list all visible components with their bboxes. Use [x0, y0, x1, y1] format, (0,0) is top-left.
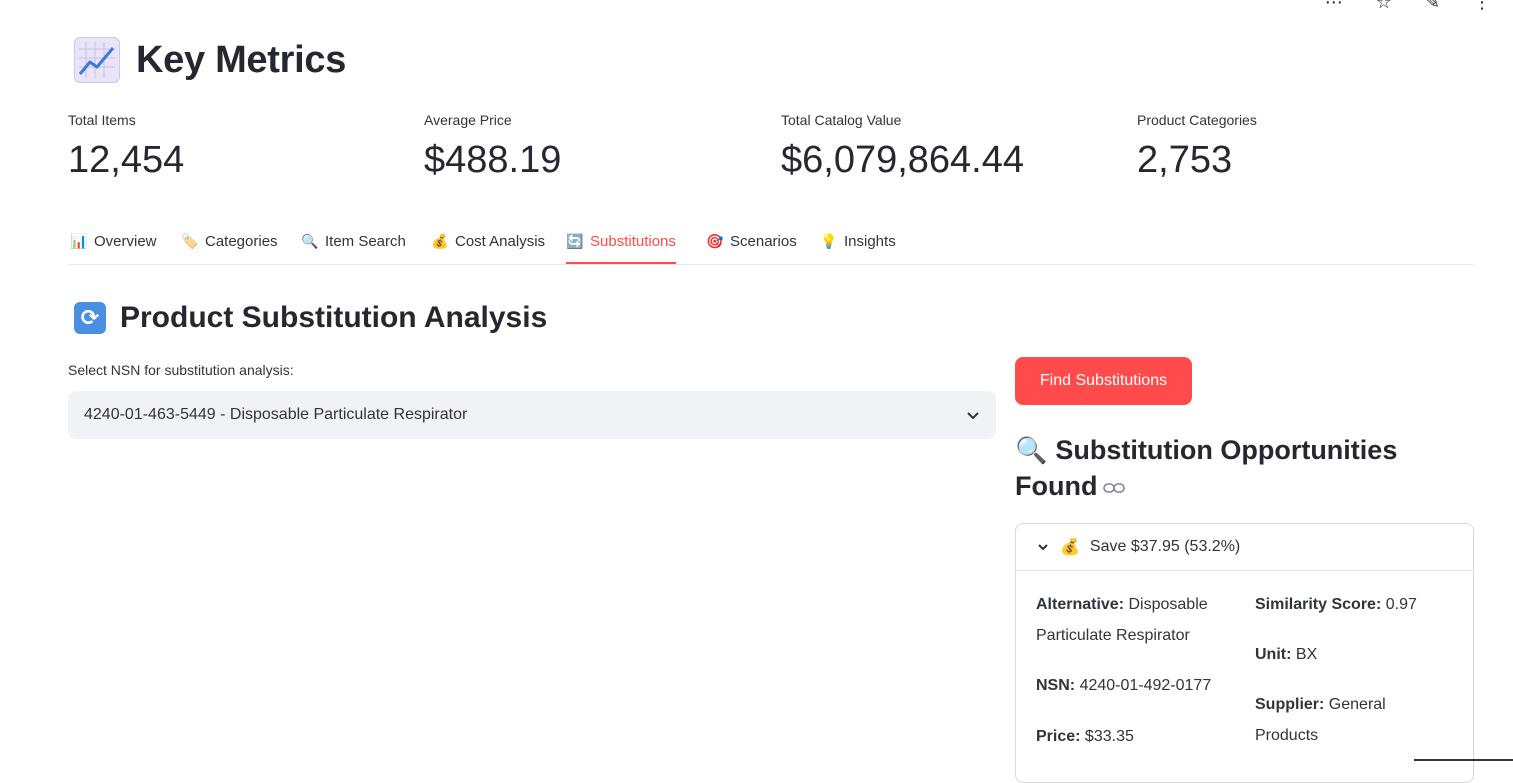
tab-insights[interactable]: 💡 Insights: [820, 220, 896, 262]
nsn-select-value: 4240-01-463-5449 - Disposable Particulat…: [84, 406, 468, 423]
tab-cost-analysis[interactable]: 💰 Cost Analysis: [431, 220, 545, 262]
page-title-text: Key Metrics: [136, 38, 347, 81]
refresh-icon: 🔄: [566, 232, 584, 249]
link-icon[interactable]: [1103, 481, 1126, 495]
label-tag-icon: 🏷️: [181, 232, 199, 249]
tab-label: Scenarios: [730, 232, 797, 250]
field-label: Price:: [1036, 728, 1081, 745]
substitution-expander: 💰 Save $37.95 (53.2%) Alternative: Dispo…: [1015, 523, 1474, 783]
chevron-down-icon: [967, 412, 979, 420]
metric-total-catalog-value: Total Catalog Value $6,079,864.44: [781, 110, 1024, 182]
metric-label: Total Items: [68, 112, 136, 128]
field-label: Similarity Score:: [1255, 596, 1382, 613]
tab-label: Cost Analysis: [455, 232, 546, 250]
tab-categories[interactable]: 🏷️ Categories: [181, 220, 278, 262]
tab-label: Substitutions: [590, 232, 676, 250]
light-bulb-icon: 💡: [820, 232, 838, 249]
tab-substitutions[interactable]: 🔄 Substitutions: [566, 220, 676, 264]
toolbar-icons[interactable]: ⋯ ☆ ✎ ⋮: [1325, 0, 1505, 13]
tab-label: Categories: [205, 232, 278, 250]
metric-average-price: Average Price $488.19: [424, 110, 561, 182]
opportunities-title: 🔍 Substitution Opportunities Found: [1015, 432, 1445, 504]
field-nsn: NSN: 4240-01-492-0177: [1036, 670, 1246, 701]
tab-bar: 📊 Overview 🏷️ Categories 🔍 Item Search 💰…: [68, 220, 1474, 265]
money-bag-icon: 💰: [431, 232, 449, 249]
refresh-icon: ⟳: [74, 302, 106, 334]
page-title: Key Metrics: [74, 32, 346, 88]
tab-label: Overview: [94, 232, 157, 250]
field-value: 4240-01-492-0177: [1079, 677, 1212, 694]
metric-product-categories: Product Categories 2,753: [1137, 110, 1257, 182]
chart-increasing-icon: [74, 37, 120, 83]
metric-value: 2,753: [1137, 139, 1233, 181]
field-unit: Unit: BX: [1255, 639, 1455, 670]
chevron-down-icon: [1038, 544, 1048, 551]
magnifier-icon: 🔍: [1015, 435, 1048, 465]
expander-header[interactable]: 💰 Save $37.95 (53.2%): [1016, 524, 1473, 571]
tab-scenarios[interactable]: 🎯 Scenarios: [706, 220, 797, 262]
field-value: $33.35: [1084, 728, 1134, 745]
metric-label: Product Categories: [1137, 112, 1257, 128]
field-label: Alternative:: [1036, 596, 1125, 613]
field-value: BX: [1295, 646, 1318, 663]
field-price: Price: $33.35: [1036, 721, 1236, 752]
find-substitutions-button[interactable]: Find Substitutions: [1015, 357, 1192, 405]
field-label: Unit:: [1255, 646, 1292, 663]
metric-value: $6,079,864.44: [781, 139, 1025, 181]
section-title: ⟳ Product Substitution Analysis: [74, 296, 547, 340]
metric-total-items: Total Items 12,454: [68, 110, 184, 182]
nsn-select-label: Select NSN for substitution analysis:: [68, 362, 294, 378]
field-supplier: Supplier: General Products: [1255, 689, 1425, 751]
field-alternative: Alternative: Disposable Particulate Resp…: [1036, 589, 1236, 651]
metric-value: $488.19: [424, 139, 562, 181]
tab-label: Item Search: [325, 232, 406, 250]
field-value: 0.97: [1385, 596, 1417, 613]
target-icon: 🎯: [706, 232, 724, 249]
field-label: Supplier:: [1255, 696, 1325, 713]
section-title-text: Product Substitution Analysis: [120, 301, 548, 334]
field-label: NSN:: [1036, 677, 1076, 694]
bar-chart-icon: 📊: [70, 232, 88, 249]
expander-header-text: Save $37.95 (53.2%): [1089, 538, 1241, 555]
tab-overview[interactable]: 📊 Overview: [70, 220, 157, 262]
metric-label: Total Catalog Value: [781, 112, 902, 128]
tab-label: Insights: [844, 232, 896, 250]
magnifier-icon: 🔍: [301, 232, 319, 249]
metrics-row: Total Items 12,454 Average Price $488.19…: [68, 110, 1488, 190]
field-similarity-score: Similarity Score: 0.97: [1255, 589, 1465, 620]
tab-item-search[interactable]: 🔍 Item Search: [301, 220, 406, 262]
metric-value: 12,454: [68, 139, 185, 181]
opportunities-title-text: Substitution Opportunities Found: [1015, 435, 1398, 501]
metric-label: Average Price: [424, 112, 512, 128]
nsn-select[interactable]: 4240-01-463-5449 - Disposable Particulat…: [68, 391, 996, 439]
money-bag-icon: 💰: [1060, 539, 1080, 556]
